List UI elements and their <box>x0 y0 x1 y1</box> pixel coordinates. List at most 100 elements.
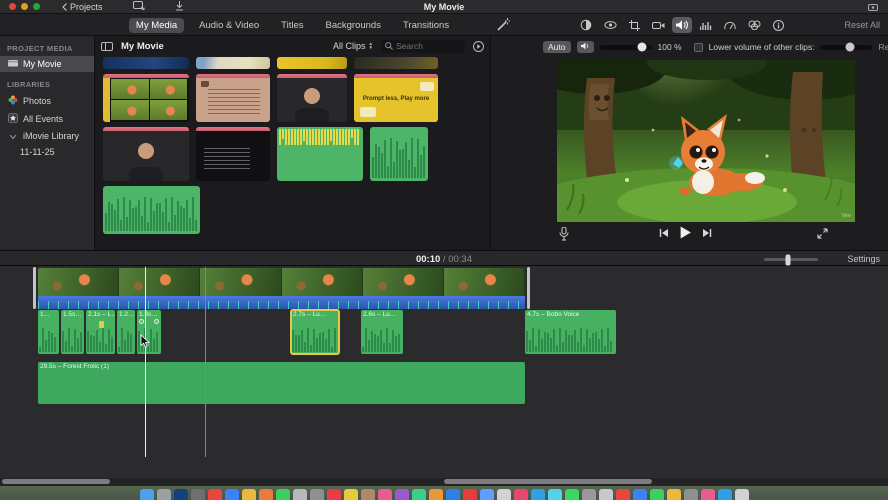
play-button[interactable] <box>679 226 692 241</box>
zoom-window-icon[interactable] <box>33 3 40 10</box>
media-thumbnail-strip-light[interactable] <box>196 57 270 69</box>
dock-icon[interactable] <box>428 489 443 500</box>
dock-icon[interactable] <box>649 489 664 500</box>
effects-icon[interactable] <box>744 17 764 33</box>
crop-icon[interactable] <box>624 17 644 33</box>
video-clip-audio-strip[interactable] <box>38 296 525 309</box>
lower-volume-slider[interactable] <box>820 42 873 52</box>
media-thumbnail-strip-dark[interactable] <box>354 57 438 69</box>
media-thumbnail-strip-navy[interactable] <box>103 57 189 69</box>
media-thumbnail-webcam[interactable] <box>277 74 347 122</box>
scrollbar-thumb[interactable] <box>2 479 110 484</box>
dock-icon[interactable] <box>411 489 426 500</box>
search-input[interactable] <box>396 41 456 51</box>
dock-icon[interactable] <box>700 489 715 500</box>
volume-icon[interactable] <box>672 17 692 33</box>
reset-all-button[interactable]: Reset All <box>844 20 880 30</box>
sidebar-item-imovie-library[interactable]: iMovie Library <box>0 128 94 144</box>
clip-filter-dropdown[interactable]: All Clips ▲ ▼ <box>333 41 373 51</box>
dock-icon[interactable] <box>343 489 358 500</box>
fullscreen-icon[interactable] <box>817 228 828 242</box>
media-thumbnail-slide[interactable]: Prompt less, Play more <box>354 74 438 122</box>
tab-backgrounds[interactable]: Backgrounds <box>319 18 388 33</box>
dock-icon[interactable] <box>462 489 477 500</box>
dock-icon[interactable] <box>190 489 205 500</box>
dock-icon[interactable] <box>394 489 409 500</box>
timeline-settings-button[interactable]: Settings <box>847 254 880 264</box>
audio-clip[interactable]: 1.2… <box>117 310 135 354</box>
media-thumbnail-audio[interactable] <box>370 127 428 181</box>
dock-icon[interactable] <box>258 489 273 500</box>
dock-icon[interactable] <box>666 489 681 500</box>
reset-volume-button[interactable]: Reset <box>878 42 888 52</box>
dock-icon[interactable] <box>615 489 630 500</box>
import-media-icon[interactable] <box>132 1 145 12</box>
dock-icon[interactable] <box>683 489 698 500</box>
color-correction-icon[interactable] <box>600 17 620 33</box>
dock-icon[interactable] <box>309 489 324 500</box>
dock-icon[interactable] <box>224 489 239 500</box>
search-field[interactable] <box>381 39 465 53</box>
color-balance-icon[interactable] <box>576 17 596 33</box>
background-music-clip[interactable]: 29.5s – Forest Frolic (1) <box>38 362 525 404</box>
stabilization-icon[interactable] <box>648 17 668 33</box>
minimize-window-icon[interactable] <box>21 3 28 10</box>
volume-slider[interactable] <box>599 42 652 52</box>
media-thumbnail-document[interactable] <box>196 74 270 122</box>
audio-clip[interactable]: 2.1s – L… <box>86 310 115 354</box>
sidebar-toggle-icon[interactable] <box>101 41 113 51</box>
tab-my-media[interactable]: My Media <box>128 17 185 33</box>
record-voiceover-icon[interactable] <box>559 226 569 243</box>
auto-volume-button[interactable]: Auto <box>543 41 571 53</box>
info-icon[interactable] <box>768 17 788 33</box>
close-window-icon[interactable] <box>9 3 16 10</box>
audio-clip[interactable]: 2.6s – Lu… <box>361 310 403 354</box>
dock-icon[interactable] <box>241 489 256 500</box>
previous-frame-button[interactable] <box>659 228 669 240</box>
dock-icon[interactable] <box>326 489 341 500</box>
tab-transitions[interactable]: Transitions <box>396 18 456 33</box>
dock-icon[interactable] <box>513 489 528 500</box>
dock-icon[interactable] <box>547 489 562 500</box>
sidebar-item-photos[interactable]: Photos <box>0 92 94 110</box>
dock-icon[interactable] <box>632 489 647 500</box>
dock-icon[interactable] <box>360 489 375 500</box>
dock-icon[interactable] <box>479 489 494 500</box>
speed-icon[interactable] <box>720 17 740 33</box>
next-frame-button[interactable] <box>702 228 712 240</box>
enhance-wand-icon[interactable] <box>497 18 510 33</box>
media-thumbnail-webcam[interactable] <box>103 127 189 181</box>
media-thumbnail-audio-top[interactable] <box>277 127 363 181</box>
media-thumbnail-strip-yellow[interactable] <box>277 57 347 69</box>
trim-handle-right[interactable] <box>527 267 530 309</box>
sidebar-item-all-events[interactable]: All Events <box>0 110 94 128</box>
dock-icon[interactable] <box>564 489 579 500</box>
dock-icon[interactable] <box>292 489 307 500</box>
media-thumbnail-terminal[interactable] <box>196 127 270 181</box>
back-to-projects-button[interactable]: Projects <box>62 2 103 12</box>
dock-icon[interactable] <box>598 489 613 500</box>
dock-icon[interactable] <box>377 489 392 500</box>
dock-icon[interactable] <box>173 489 188 500</box>
dock-icon[interactable] <box>156 489 171 500</box>
video-clip-filmstrip[interactable] <box>38 268 525 296</box>
tab-titles[interactable]: Titles <box>274 18 310 33</box>
dock-icon[interactable] <box>496 489 511 500</box>
mute-speaker-icon[interactable] <box>576 41 594 53</box>
sidebar-item-event-date[interactable]: 11-11-25 <box>0 144 94 160</box>
dock-icon[interactable] <box>139 489 154 500</box>
dock-icon[interactable] <box>275 489 290 500</box>
camera-icon[interactable] <box>868 3 878 13</box>
audio-clip[interactable]: 4.7s – Bobo Voice <box>525 310 616 354</box>
sidebar-item-my-movie[interactable]: My Movie <box>0 56 94 72</box>
media-thumbnail-audio[interactable] <box>103 186 200 234</box>
scrollbar-thumb[interactable] <box>444 479 652 484</box>
audio-clip[interactable]: 1… <box>38 310 59 354</box>
trim-handle-left[interactable] <box>33 267 36 309</box>
audio-clip-selected[interactable]: 2.7s – Lu… <box>290 309 340 355</box>
dock-icon[interactable] <box>734 489 749 500</box>
media-thumbnail-photo-grid[interactable] <box>103 74 189 122</box>
dock-icon[interactable] <box>207 489 222 500</box>
audio-clip[interactable]: 1.5s… <box>61 310 84 354</box>
tab-audio-video[interactable]: Audio & Video <box>192 18 266 33</box>
